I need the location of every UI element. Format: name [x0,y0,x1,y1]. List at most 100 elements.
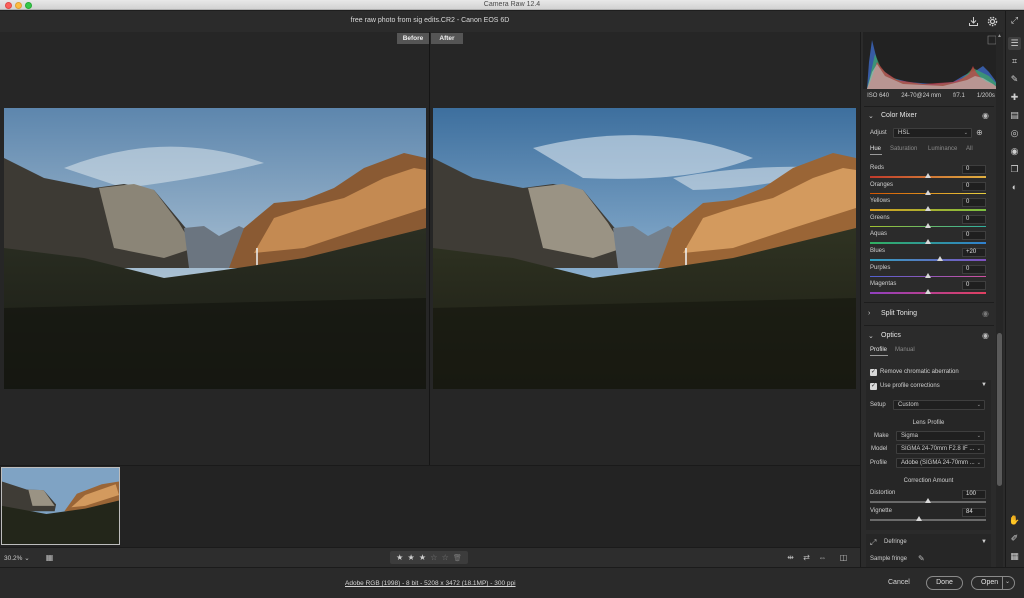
make-value: Sigma [901,433,919,439]
exif-aperture: f/7.1 [953,93,965,99]
zoom-level[interactable]: 30.2% ⌄ [4,554,30,562]
crop-icon[interactable]: ⌗ [1008,55,1021,68]
slider-knob[interactable] [936,256,943,261]
open-button-separator [1002,577,1003,589]
distortion-value[interactable]: 100 [962,490,986,499]
tab-all[interactable]: All [966,146,973,152]
slider-yellows[interactable]: Yellows 0 [870,198,986,215]
red-eye-icon[interactable]: ◉ [1008,145,1021,158]
slider-knob[interactable] [925,239,931,245]
open-options-chevron-icon[interactable]: ⌄ [1005,578,1010,585]
split-toning-header[interactable]: › Split Toning ◉ [864,307,994,322]
remove-ca-checkbox[interactable]: ✓ [870,369,877,376]
gear-icon[interactable] [987,16,998,27]
swap-before-after-icon[interactable]: ⇹ [785,552,796,563]
snapshots-icon[interactable]: ❐ [1008,163,1021,176]
before-tab[interactable]: Before [397,33,429,44]
color-mixer-title: Color Mixer [881,112,917,119]
slider-magentas[interactable]: Magentas 0 [870,281,986,298]
use-profile-checkbox[interactable]: ✓ [870,383,877,390]
graduated-filter-icon[interactable]: ▤ [1008,109,1021,122]
workflow-options-link[interactable]: Adobe RGB (1998) - 8 bit - 5208 x 3472 (… [345,580,516,587]
slider-knob[interactable] [925,289,931,295]
vignette-knob[interactable] [915,516,922,521]
slider-value[interactable]: 0 [962,198,986,208]
slider-track[interactable] [870,259,986,261]
eyedropper-icon[interactable]: ⤢ [870,538,876,548]
exif-info: ISO 640 24-70@24 mm f/7.1 1/200s [861,93,1001,99]
slider-knob[interactable] [925,189,931,195]
trash-icon[interactable]: 🗑 [453,554,462,562]
panel-scroll-thumb[interactable] [997,333,1002,486]
star-empty-icon[interactable]: ☆ [442,553,449,562]
slider-greens[interactable]: Greens 0 [870,214,986,232]
setup-dropdown[interactable]: Custom ⌄ [893,400,985,410]
slider-value[interactable]: 0 [962,231,986,241]
before-after-view-icon[interactable]: ◫ [838,552,849,563]
cancel-button[interactable]: Cancel [888,579,910,586]
hand-icon[interactable]: ✋ [1008,514,1021,527]
tab-hue[interactable]: Hue [870,146,881,152]
vignette-track[interactable] [870,519,986,521]
tab-manual[interactable]: Manual [895,347,915,353]
star-empty-icon[interactable]: ☆ [430,553,437,562]
eye-icon[interactable]: ◉ [982,309,989,318]
filmstrip-thumbnail[interactable] [1,467,120,545]
slider-knob[interactable] [925,206,931,212]
color-mixer-header[interactable]: ⌄ Color Mixer ◉ [864,109,994,124]
scroll-up-arrow-icon[interactable]: ▲ [996,33,1003,39]
filmstrip-toggle-icon[interactable]: ▦ [44,552,55,563]
vignette-value[interactable]: 84 [962,508,986,517]
star-filled-icon[interactable]: ★ [396,553,403,562]
slider-value[interactable]: 0 [962,281,986,291]
tab-saturation[interactable]: Saturation [890,146,917,152]
slider-aquas[interactable]: Aquas 0 [870,231,986,248]
expand-icon[interactable]: ⤢ [1008,14,1021,27]
toggle-to-default-icon[interactable]: ⇔ [817,552,828,563]
adjust-dropdown[interactable]: HSL ⌄ [893,128,972,138]
edit-sliders-icon[interactable]: ☰ [1008,37,1021,50]
brush-icon[interactable]: ✎ [1008,73,1021,86]
tab-luminance[interactable]: Luminance [928,146,957,152]
slider-oranges[interactable]: Oranges 0 [870,181,986,199]
slider-value[interactable]: 0 [962,264,986,274]
vignette-slider[interactable]: Vignette 84 [870,508,986,525]
targeted-adjustment-icon[interactable]: ⊕ [976,128,983,137]
star-rating[interactable]: ★ ★ ★ ☆ ☆ 🗑 [390,551,468,564]
lens-profile-title: Lens Profile [912,420,945,426]
distortion-knob[interactable] [925,498,931,503]
chevron-down-icon[interactable]: ▼ [981,539,987,545]
color-sampler-icon[interactable]: ✐ [1008,532,1021,545]
slider-knob[interactable] [925,173,931,178]
eye-icon[interactable]: ◉ [982,111,989,120]
star-filled-icon[interactable]: ★ [407,553,414,562]
tab-profile[interactable]: Profile [870,347,887,353]
slider-blues[interactable]: Blues +20 [870,248,986,265]
star-filled-icon[interactable]: ★ [419,553,426,562]
optics-header[interactable]: ⌄ Optics ◉ [864,329,994,344]
slider-value[interactable]: 0 [962,165,986,174]
after-tab[interactable]: After [431,33,463,44]
slider-knob[interactable] [925,222,931,228]
done-button[interactable]: Done [926,576,963,590]
make-dropdown[interactable]: Sigma ⌄ [896,431,985,441]
distortion-slider[interactable]: Distortion 100 [870,490,986,507]
sample-fringe-eyedropper-icon[interactable]: ✎ [918,554,925,563]
save-image-icon[interactable] [968,16,979,27]
slider-value[interactable]: 0 [962,214,986,224]
copy-settings-icon[interactable]: ⇄ [801,552,812,563]
model-dropdown[interactable]: SIGMA 24-70mm F2.8 IF ... ⌄ [896,444,985,454]
grid-icon[interactable]: ▦ [1008,550,1021,563]
radial-filter-icon[interactable]: ◎ [1008,127,1021,140]
slider-reds[interactable]: Reds 0 [870,165,986,182]
panel-scrollbar[interactable] [996,32,1003,567]
eye-icon[interactable]: ◉ [982,331,989,340]
slider-value[interactable]: +20 [962,248,986,257]
slider-value[interactable]: 0 [962,181,986,191]
profile-dropdown[interactable]: Adobe (SIGMA 24-70mm ... ⌄ [896,458,985,468]
presets-icon[interactable]: ◐ [1008,181,1021,194]
spot-removal-icon[interactable]: ✚ [1008,91,1021,104]
slider-knob[interactable] [925,272,931,278]
chevron-down-icon[interactable]: ▼ [981,382,987,388]
slider-purples[interactable]: Purples 0 [870,264,986,282]
